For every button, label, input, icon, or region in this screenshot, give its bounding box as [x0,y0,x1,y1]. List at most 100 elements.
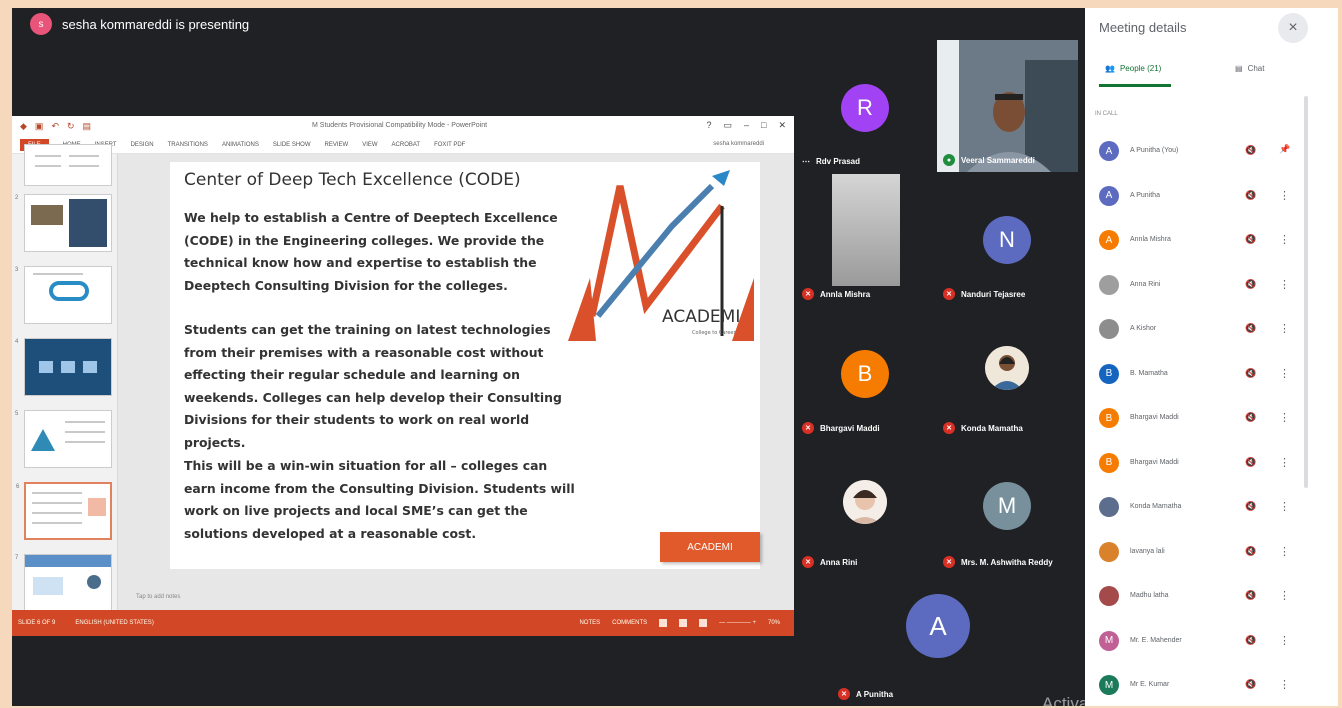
help-icon[interactable]: ? [706,120,711,131]
participant-row[interactable]: A A Punitha (You) 🔇 📌 [1095,137,1305,167]
slide-canvas[interactable]: Center of Deep Tech Excellence (CODE) We… [170,162,760,569]
participant-tile[interactable]: ✕ Konda Mamatha [937,308,1078,440]
more-options-icon[interactable]: ⋮ [1279,278,1290,291]
slide-thumbnail[interactable]: 5 [15,410,112,468]
participant-row[interactable]: B Bhargavi Maddi 🔇 ⋮ [1095,404,1305,434]
mic-muted-icon[interactable]: 🔇 [1245,501,1256,512]
slide-thumbnail[interactable]: 7 [15,554,112,612]
ppt-user-name[interactable]: sesha kommareddi [713,141,764,147]
participant-photo [843,480,887,524]
slide-thumbnail[interactable]: 2 [15,194,112,252]
notes-button[interactable]: NOTES [579,620,600,626]
close-panel-button[interactable]: × [1278,13,1308,43]
ribbon-tab[interactable]: TRANSITIONS [168,142,208,148]
mic-muted-icon[interactable]: 🔇 [1245,635,1256,646]
notes-placeholder[interactable]: Tap to add notes [136,594,180,600]
participant-tile[interactable]: R ⋯ Rdv Prasad [796,40,934,172]
more-options-icon[interactable]: ⋮ [1279,500,1290,513]
more-options-icon[interactable]: ⋮ [1279,233,1290,246]
more-options-icon[interactable]: ⋮ [1279,456,1290,469]
more-options-icon[interactable]: ⋮ [1279,678,1290,691]
academi-logo: ACADEMI College to Career [568,170,754,341]
mic-muted-icon[interactable]: 🔇 [1245,679,1256,690]
slide-thumbnail[interactable] [24,144,112,186]
mic-muted-icon[interactable]: 🔇 [1245,590,1256,601]
tab-people[interactable]: 👥 People (21) [1105,64,1161,73]
participant-row[interactable]: A Kishor 🔇 ⋮ [1095,315,1305,345]
participant-tile[interactable]: N ✕ Nanduri Tejasree [937,174,1078,306]
more-options-icon[interactable]: ⋮ [1279,634,1290,647]
slide-paragraph: Students can get the training on latest … [184,322,562,450]
ppt-status-bar: SLIDE 6 OF 9 ENGLISH (UNITED STATES) NOT… [12,610,794,636]
more-options-icon[interactable]: ⋮ [1279,545,1290,558]
participant-row-name: Konda Mamatha [1130,503,1182,510]
participant-video [937,40,1078,172]
ribbon-tab[interactable]: VIEW [362,142,377,148]
participant-row[interactable]: B B. Mamatha 🔇 ⋮ [1095,360,1305,390]
slide-thumbnail-selected[interactable]: 6 [16,482,112,540]
more-options-icon[interactable]: ⋮ [1279,411,1290,424]
language-indicator[interactable]: ENGLISH (UNITED STATES) [75,620,153,626]
participant-row[interactable]: A A Punitha 🔇 ⋮ [1095,182,1305,212]
mic-muted-icon[interactable]: 🔇 [1245,323,1256,334]
participant-name: Veeral Sammareddi [961,155,1035,165]
save-icon[interactable]: ▣ [35,121,44,132]
mic-off-icon: ✕ [802,422,814,434]
participant-row[interactable]: Madhu latha 🔇 ⋮ [1095,582,1305,612]
slide-paragraph: This will be a win-win situation for all… [184,458,575,541]
more-options-icon[interactable]: ⋮ [1279,589,1290,602]
participant-tile[interactable]: ● Veeral Sammareddi [937,40,1078,172]
comments-button[interactable]: COMMENTS [612,620,647,626]
participant-row-avatar [1099,274,1119,295]
participant-tile[interactable]: M ✕ Mrs. M. Ashwitha Reddy [937,442,1078,574]
participant-tile-featured[interactable]: A ✕ A Punitha [832,576,1042,706]
sorter-view-icon[interactable] [679,619,688,627]
participant-row[interactable]: Konda Mamatha 🔇 ⋮ [1095,493,1305,523]
meet-window: s sesha kommareddi is presenting ◆ ▣ ↶ ↻… [12,8,1338,706]
participant-row[interactable]: M Mr. E. Mahender 🔇 ⋮ [1095,627,1305,657]
more-options-icon[interactable]: ⋮ [1279,367,1290,380]
mic-muted-icon[interactable]: 🔇 [1245,412,1256,423]
tab-chat[interactable]: ▤ Chat [1235,64,1264,73]
participant-row[interactable]: B Bhargavi Maddi 🔇 ⋮ [1095,449,1305,479]
ppt-window-title: M Students Provisional Compatibility Mod… [312,122,488,129]
mic-muted-icon[interactable]: 🔇 [1245,457,1256,468]
participant-tile[interactable]: B ✕ Bhargavi Maddi [796,308,934,440]
participant-tile[interactable]: ✕ Anna Rini [796,442,934,574]
ribbon-tab[interactable]: DESIGN [131,142,154,148]
ribbon-tab[interactable]: REVIEW [325,142,349,148]
mic-muted-icon[interactable]: 🔇 [1245,234,1256,245]
ribbon-tab[interactable]: SLIDE SHOW [273,142,311,148]
mic-muted-icon[interactable]: 🔇 [1245,145,1256,156]
participant-tile[interactable]: ✕ Annla Mishra [796,174,934,306]
mic-muted-icon[interactable]: 🔇 [1245,190,1256,201]
zoom-slider[interactable]: — ———— + [719,620,756,626]
more-options-icon[interactable]: ⋮ [1279,189,1290,202]
panel-title: Meeting details [1099,20,1187,35]
mic-muted-icon[interactable]: 🔇 [1245,546,1256,557]
participant-row[interactable]: Anna Rini 🔇 ⋮ [1095,271,1305,301]
participant-row[interactable]: lavanya lali 🔇 ⋮ [1095,538,1305,568]
present-icon[interactable]: ▤ [83,121,92,132]
normal-view-icon[interactable] [659,619,668,627]
redo-icon[interactable]: ↻ [67,121,75,132]
mic-muted-icon[interactable]: 🔇 [1245,279,1256,290]
maximize-icon[interactable]: □ [761,120,766,131]
minimize-icon[interactable]: – [744,120,749,131]
ribbon-display-icon[interactable]: ▭ [723,120,732,131]
zoom-level[interactable]: 70% [768,620,780,626]
reading-view-icon[interactable] [699,619,708,627]
ribbon-tab[interactable]: ACROBAT [392,142,421,148]
slide-thumbnail[interactable]: 4 [15,338,112,396]
close-window-icon[interactable]: ✕ [778,120,786,131]
more-options-icon[interactable]: ⋮ [1279,322,1290,335]
ribbon-tab[interactable]: FOXIT PDF [434,142,465,148]
ribbon-tab[interactable]: ANIMATIONS [222,142,259,148]
slide-thumbnail[interactable]: 3 [15,266,112,324]
mic-muted-icon[interactable]: 🔇 [1245,368,1256,379]
people-icon: 👥 [1105,64,1115,73]
undo-icon[interactable]: ↶ [51,121,59,132]
participant-row[interactable]: A Annla Mishra 🔇 ⋮ [1095,226,1305,256]
participant-avatar: R [841,84,889,132]
pin-icon[interactable]: 📌 [1279,144,1290,155]
